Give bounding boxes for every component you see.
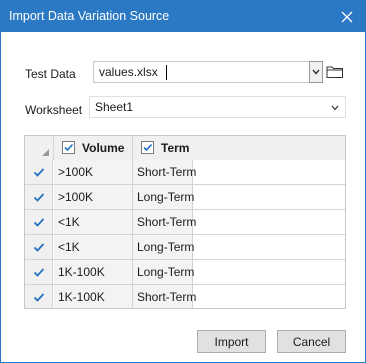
table-row[interactable]: >100K Long-Term [25,185,345,210]
check-icon [33,292,44,302]
table-row[interactable]: 1K-100K Short-Term [25,285,345,308]
row-checkbox[interactable] [25,160,53,184]
column-header-term[interactable]: Term [133,136,345,160]
cell-volume[interactable]: 1K-100K [54,260,133,284]
cell-term[interactable]: Long-Term [133,235,194,259]
close-icon [341,11,353,22]
column-header-volume[interactable]: Volume [54,136,133,160]
cell-term[interactable]: Short-Term [133,210,196,234]
close-button[interactable] [329,1,365,32]
worksheet-select[interactable]: Sheet1 [89,96,346,118]
table-row[interactable]: <1K Long-Term [25,235,345,260]
column-label-volume: Volume [82,141,125,155]
cell-term[interactable]: Long-Term [133,185,194,209]
import-button[interactable]: Import [197,330,266,353]
column-label-term: Term [161,141,190,155]
test-data-value: values.xlsx [99,65,158,79]
check-icon [33,217,44,227]
cell-volume[interactable]: 1K-100K [54,285,133,308]
row-checkbox[interactable] [25,235,53,259]
test-data-label: Test Data [25,67,76,81]
column-checkbox-term[interactable] [141,141,154,154]
row-checkbox[interactable] [25,285,53,308]
row-checkbox[interactable] [25,210,53,234]
cell-volume[interactable]: >100K [54,185,133,209]
check-icon [33,192,44,202]
cell-volume[interactable]: <1K [54,235,133,259]
check-icon [33,267,44,277]
check-icon [143,143,153,152]
cell-term[interactable]: Short-Term [133,160,196,184]
row-checkbox[interactable] [25,260,53,284]
dialog-title: Import Data Variation Source [9,9,170,23]
row-checkbox[interactable] [25,185,53,209]
table-row[interactable]: >100K Short-Term [25,160,345,185]
cell-term[interactable]: Short-Term [133,285,196,308]
check-icon [33,242,44,252]
cancel-button[interactable]: Cancel [277,330,346,353]
chevron-down-icon [331,105,339,111]
grid-header: Volume Term [25,136,345,160]
column-checkbox-volume[interactable] [62,141,75,154]
check-icon [33,167,44,177]
import-dialog: Import Data Variation Source Test Data v… [0,0,366,363]
cell-term[interactable]: Long-Term [133,260,194,284]
chevron-down-icon [312,69,320,75]
data-grid: Volume Term >100K Short-Term >100K Long-… [24,135,346,309]
test-data-dropdown-button[interactable] [309,61,323,83]
worksheet-label: Worksheet [25,103,83,117]
select-all-corner[interactable] [25,136,54,160]
table-row[interactable]: <1K Short-Term [25,210,345,235]
browse-folder-button[interactable] [325,62,345,82]
worksheet-value: Sheet1 [95,100,134,114]
sort-corner-icon [42,149,49,156]
title-bar: Import Data Variation Source [1,1,365,32]
test-data-input[interactable]: values.xlsx [93,61,310,83]
cell-volume[interactable]: <1K [54,210,133,234]
folder-icon [326,66,343,78]
table-row[interactable]: 1K-100K Long-Term [25,260,345,285]
check-icon [64,143,74,152]
cell-volume[interactable]: >100K [54,160,133,184]
text-cursor [166,65,167,80]
